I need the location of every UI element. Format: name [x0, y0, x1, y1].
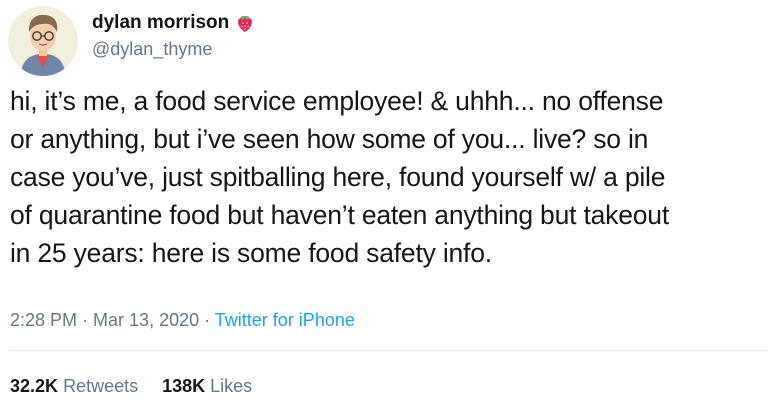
tweet-stats: 32.2K Retweets 138K Likes: [10, 374, 252, 398]
tweet-text-line: hi, it’s me, a food service employee! & …: [10, 86, 664, 116]
cartoon-avatar-icon: [8, 6, 78, 76]
likes-count: 138K: [162, 376, 206, 396]
likes-stat[interactable]: 138K Likes: [162, 376, 252, 396]
tweet-timestamp-time[interactable]: 2:28 PM: [10, 310, 77, 330]
tweet-text-line: in 25 years: here is some food safety in…: [10, 238, 492, 268]
tweet-meta: 2:28 PM · Mar 13, 2020 · Twitter for iPh…: [10, 308, 355, 332]
tweet-timestamp-date[interactable]: Mar 13, 2020: [93, 310, 199, 330]
strawberry-icon: [234, 12, 256, 34]
tweet-source-link[interactable]: Twitter for iPhone: [215, 310, 355, 330]
tweet-card: dylan morrison @dylan_thyme hi, it’s me,…: [0, 0, 768, 402]
retweets-count: 32.2K: [10, 376, 59, 396]
tweet-text-line: of quarantine food but haven’t eaten any…: [10, 200, 669, 230]
retweets-label: Retweets: [63, 376, 139, 396]
display-name-row[interactable]: dylan morrison: [92, 12, 256, 34]
likes-label: Likes: [210, 376, 253, 396]
tweet-text-line: case you’ve, just spitballing here, foun…: [10, 162, 666, 192]
avatar[interactable]: [8, 6, 78, 76]
meta-separator: ·: [77, 310, 94, 330]
meta-separator: ·: [199, 310, 215, 330]
retweets-stat[interactable]: 32.2K Retweets: [10, 376, 138, 396]
tweet-text-line: or anything, but i’ve seen how some of y…: [10, 124, 649, 154]
user-handle[interactable]: @dylan_thyme: [92, 38, 212, 60]
divider: [10, 350, 768, 351]
display-name[interactable]: dylan morrison: [92, 12, 229, 34]
tweet-text: hi, it’s me, a food service employee! & …: [10, 82, 762, 272]
